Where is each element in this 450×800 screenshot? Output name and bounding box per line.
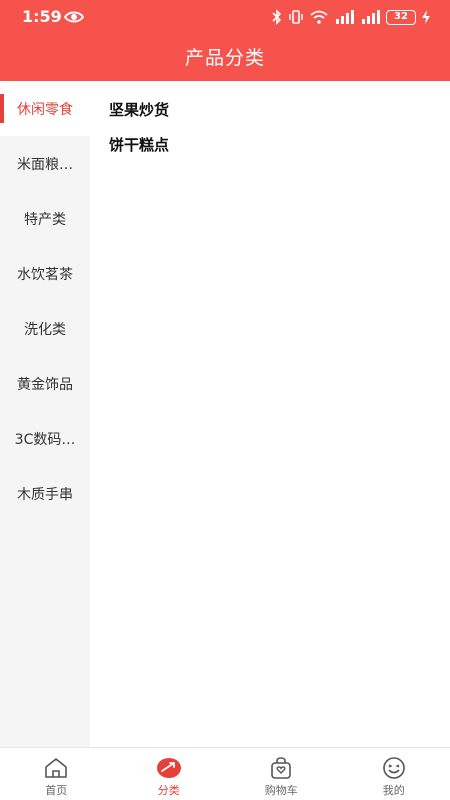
sidebar-item-gold-jewelry[interactable]: 黄金饰品 [0, 356, 90, 411]
vibrate-icon [289, 10, 303, 24]
sidebar-item-label: 3C数码… [14, 431, 76, 448]
cart-bag-icon [268, 756, 294, 780]
status-icons: 32 [272, 8, 430, 26]
wifi-icon [310, 10, 328, 24]
tab-category[interactable]: 分类 [113, 748, 226, 800]
smiley-icon [381, 756, 407, 780]
status-bar: 1:59 32 [0, 0, 450, 34]
category-icon [156, 756, 182, 780]
sidebar-item-snacks[interactable]: 休闲零食 [0, 81, 90, 136]
header-bar: 1:59 32 产品分类 [0, 0, 450, 81]
tab-cart[interactable]: 购物车 [225, 748, 338, 800]
sidebar-item-drinks-tea[interactable]: 水饮茗茶 [0, 246, 90, 301]
signal-1-icon [336, 10, 354, 24]
battery-indicator: 32 [386, 9, 416, 25]
page-title: 产品分类 [184, 47, 265, 69]
tab-label: 购物车 [264, 784, 298, 797]
subcategory-biscuits[interactable]: 饼干糕点 [109, 134, 169, 155]
sidebar-item-label: 黄金饰品 [17, 376, 73, 393]
subcategory-panel: 坚果炒货 饼干糕点 [90, 81, 450, 747]
bluetooth-icon [272, 9, 282, 25]
sidebar-item-grain[interactable]: 米面粮… [0, 136, 90, 191]
sidebar-item-label: 洗化类 [24, 321, 66, 338]
signal-2-icon [362, 10, 380, 24]
sidebar-item-label: 特产类 [24, 211, 66, 228]
sidebar-item-wood-bracelet[interactable]: 木质手串 [0, 466, 90, 521]
subcategory-nuts[interactable]: 坚果炒货 [109, 99, 169, 120]
sidebar-item-label: 米面粮… [17, 156, 73, 173]
sidebar-item-label: 水饮茗茶 [17, 266, 73, 283]
tab-mine[interactable]: 我的 [338, 748, 450, 800]
home-icon [43, 756, 69, 780]
status-time: 1:59 [22, 7, 62, 26]
sidebar-item-specialty[interactable]: 特产类 [0, 191, 90, 246]
tab-label: 我的 [382, 784, 405, 797]
sidebar-item-label: 木质手串 [17, 486, 73, 503]
sidebar-item-3c-digital[interactable]: 3C数码… [0, 411, 90, 466]
charging-icon [422, 10, 430, 24]
sidebar-item-toiletries[interactable]: 洗化类 [0, 301, 90, 356]
bottom-tabbar: 首页 分类 购物车 我的 [0, 747, 450, 800]
sidebar-item-label: 休闲零食 [17, 101, 73, 118]
tab-home[interactable]: 首页 [0, 748, 113, 800]
tab-label: 首页 [45, 784, 68, 797]
tab-label: 分类 [157, 784, 180, 797]
category-sidebar: 休闲零食 米面粮… 特产类 水饮茗茶 洗化类 黄金饰品 3C数码… 木质手串 [0, 81, 90, 747]
eye-icon [64, 11, 84, 23]
